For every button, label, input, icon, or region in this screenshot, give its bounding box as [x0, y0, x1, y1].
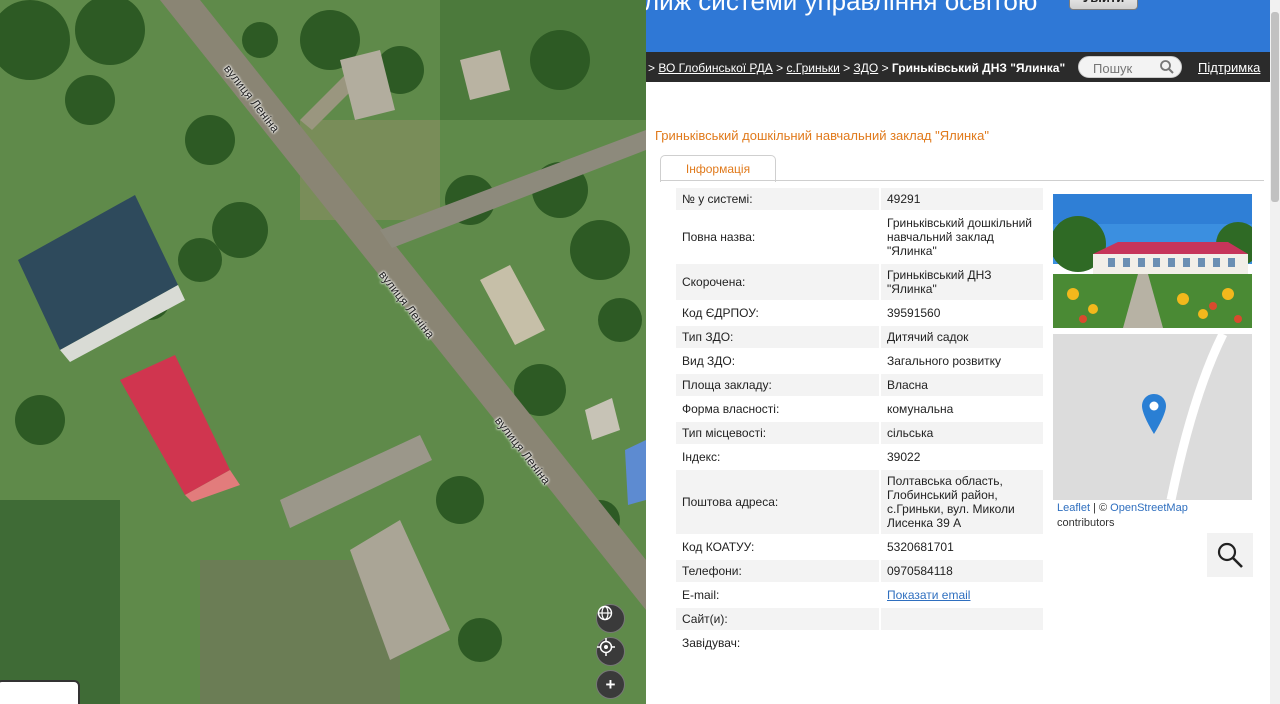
- info-row: Площа закладу: Власна: [676, 374, 1043, 396]
- info-key: Вид ЗДО:: [676, 350, 879, 372]
- breadcrumb-link[interactable]: ЗДО: [854, 61, 879, 75]
- info-row: Повна назва: Гриньківський дошкільний нав…: [676, 212, 1043, 262]
- satellite-imagery: [0, 0, 646, 704]
- info-key: Форма власності:: [676, 398, 879, 420]
- info-value: Показати email: [881, 584, 1043, 606]
- info-row: Телефони: 0970584118: [676, 560, 1043, 582]
- login-button[interactable]: Увійти: [1069, 0, 1138, 10]
- info-value: Гриньківський дошкільний навчальний закл…: [881, 212, 1043, 262]
- info-key: Скорочена:: [676, 264, 879, 300]
- info-value: Власна: [881, 374, 1043, 396]
- map-attribution: Leaflet | © OpenStreetMap contributors: [1053, 501, 1252, 533]
- info-key: Площа закладу:: [676, 374, 879, 396]
- info-row: Код КОАТУУ: 5320681701: [676, 536, 1043, 558]
- info-key: Код КОАТУУ:: [676, 536, 879, 558]
- info-value: Дитячий садок: [881, 326, 1043, 348]
- location-minimap[interactable]: [1053, 334, 1252, 500]
- search-icon[interactable]: [1159, 59, 1175, 78]
- map-layer-thumbnail[interactable]: [0, 680, 80, 704]
- info-value: сільська: [881, 422, 1043, 444]
- info-value: 5320681701: [881, 536, 1043, 558]
- scrollbar-thumb[interactable]: [1271, 12, 1279, 202]
- search-input[interactable]: [1091, 60, 1159, 77]
- openstreetmap-link[interactable]: OpenStreetMap: [1110, 502, 1188, 514]
- tab-information[interactable]: Інформація: [660, 155, 776, 182]
- breadcrumb-separator: >: [881, 61, 892, 75]
- info-value: [881, 608, 1043, 630]
- breadcrumb: > ВО Глобинської РДА > с.Гриньки > ЗДО >…: [648, 61, 1076, 75]
- attribution-separator: | ©: [1090, 502, 1111, 514]
- info-value: Загального розвитку: [881, 350, 1043, 372]
- map-pin-icon[interactable]: [1142, 394, 1166, 439]
- page-scrollbar[interactable]: [1270, 0, 1280, 704]
- breadcrumb-current: Гриньківський ДНЗ "Ялинка": [891, 61, 1066, 75]
- info-value: 0970584118: [881, 560, 1043, 582]
- info-row: Тип місцевості: сільська: [676, 422, 1043, 444]
- info-value: 39022: [881, 446, 1043, 468]
- info-key: Телефони:: [676, 560, 879, 582]
- leaflet-link[interactable]: Leaflet: [1057, 502, 1090, 514]
- info-row: Завідувач:: [676, 632, 1043, 654]
- info-row: Код ЄДРПОУ: 39591560: [676, 302, 1043, 324]
- attribution-suffix: contributors: [1057, 517, 1115, 529]
- nav-bar: > ВО Глобинської РДА > с.Гриньки > ЗДО >…: [646, 52, 1270, 82]
- site-header: лиж системи управління освітою Увійти: [646, 0, 1270, 52]
- page-title: Гриньківський дошкільний навчальний закл…: [655, 128, 989, 143]
- info-value: [881, 632, 1043, 654]
- zoom-in-icon[interactable]: +: [596, 670, 625, 699]
- site-title: лиж системи управління освітою: [646, 0, 1038, 16]
- magnifier-icon[interactable]: [1207, 533, 1253, 577]
- info-value: Полтавська область, Глобинський район, с…: [881, 470, 1043, 534]
- info-table: № у системі: 49291 Повна назва: Гриньківськ…: [674, 186, 1045, 656]
- info-row: Індекс: 39022: [676, 446, 1043, 468]
- search-box[interactable]: [1078, 56, 1182, 78]
- info-key: Повна назва:: [676, 212, 879, 262]
- breadcrumb-separator: >: [776, 61, 787, 75]
- breadcrumb-separator: >: [843, 61, 854, 75]
- info-value: комунальна: [881, 398, 1043, 420]
- globe-icon[interactable]: [596, 604, 625, 633]
- tab-divider: [660, 180, 1264, 181]
- info-row: Поштова адреса: Полтавська область, Глоби…: [676, 470, 1043, 534]
- info-key: Індекс:: [676, 446, 879, 468]
- breadcrumb-link[interactable]: с.Гриньки: [786, 61, 839, 75]
- info-key: E-mail:: [676, 584, 879, 606]
- info-row: № у системі: 49291: [676, 188, 1043, 210]
- info-value: 49291: [881, 188, 1043, 210]
- info-key: Тип ЗДО:: [676, 326, 879, 348]
- info-row: Тип ЗДО: Дитячий садок: [676, 326, 1043, 348]
- info-key: Сайт(и):: [676, 608, 879, 630]
- info-key: Поштова адреса:: [676, 470, 879, 534]
- info-row: Вид ЗДО: Загального розвитку: [676, 350, 1043, 372]
- info-value: Гриньківський ДНЗ "Ялинка": [881, 264, 1043, 300]
- info-row: E-mail: Показати email: [676, 584, 1043, 606]
- info-value: 39591560: [881, 302, 1043, 324]
- info-row: Форма власності: комунальна: [676, 398, 1043, 420]
- show-email-link[interactable]: Показати email: [887, 588, 970, 602]
- breadcrumb-link[interactable]: ВО Глобинської РДА: [658, 61, 772, 75]
- school-photo[interactable]: [1053, 194, 1252, 328]
- info-key: Тип місцевості:: [676, 422, 879, 444]
- info-row: Скорочена: Гриньківський ДНЗ "Ялинка": [676, 264, 1043, 300]
- breadcrumb-separator: >: [648, 61, 659, 75]
- info-key: Код ЄДРПОУ:: [676, 302, 879, 324]
- satellite-map[interactable]: вулиця Леніна вулиця Леніна вулиця Ленін…: [0, 0, 646, 704]
- support-link[interactable]: Підтримка: [1198, 60, 1260, 75]
- info-row: Сайт(и):: [676, 608, 1043, 630]
- info-panel: лиж системи управління освітою Увійти > …: [646, 0, 1280, 704]
- info-key: Завідувач:: [676, 632, 879, 654]
- info-key: № у системі:: [676, 188, 879, 210]
- locate-icon[interactable]: [596, 637, 625, 666]
